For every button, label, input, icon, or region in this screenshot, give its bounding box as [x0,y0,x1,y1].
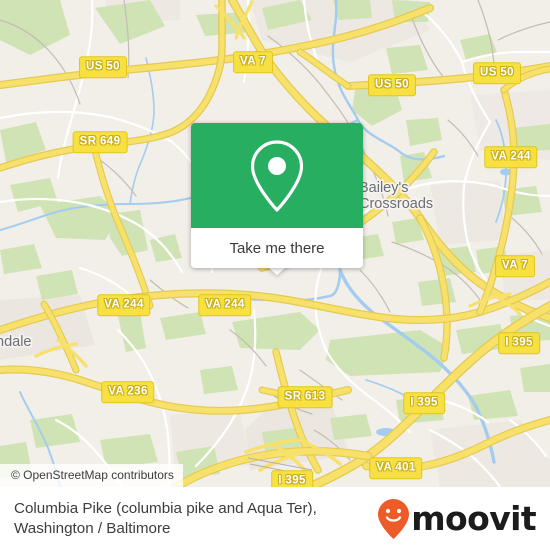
road-shield: VA 244 [97,294,151,316]
moovit-smiley-pin-icon [378,498,410,539]
footer-bar: Columbia Pike (columbia pike and Aqua Te… [0,487,550,550]
location-popup-card[interactable]: Take me there [191,123,363,268]
moovit-wordmark: moovit [411,499,536,538]
map-canvas[interactable]: .park { fill:#cfe3b4; } .built { fill:#e… [0,0,550,487]
road-shield: I 395 [403,392,445,414]
moovit-logo[interactable]: moovit [377,498,537,540]
take-me-there-button[interactable]: Take me there [191,228,363,268]
road-shield: I 395 [498,332,540,354]
road-shield: SR 613 [277,386,333,408]
road-shield: SR 649 [72,131,128,153]
road-shield: VA 244 [484,146,538,168]
location-title: Columbia Pike (columbia pike and Aqua Te… [14,499,317,537]
road-shield: I 395 [271,470,313,487]
map-pin-icon [250,139,304,212]
road-shield: VA 244 [198,294,252,316]
road-shield: VA 7 [233,51,273,73]
road-shield: US 50 [473,62,521,84]
road-shield: VA 7 [495,255,535,277]
road-shield: VA 236 [101,381,155,403]
road-shield: US 50 [79,56,127,78]
osm-attribution[interactable]: © OpenStreetMap contributors [0,464,183,487]
map-screenshot-root: .park { fill:#cfe3b4; } .built { fill:#e… [0,0,550,550]
road-shield: US 50 [368,74,416,96]
popup-image-area [191,123,363,228]
road-shield: VA 401 [369,457,423,479]
